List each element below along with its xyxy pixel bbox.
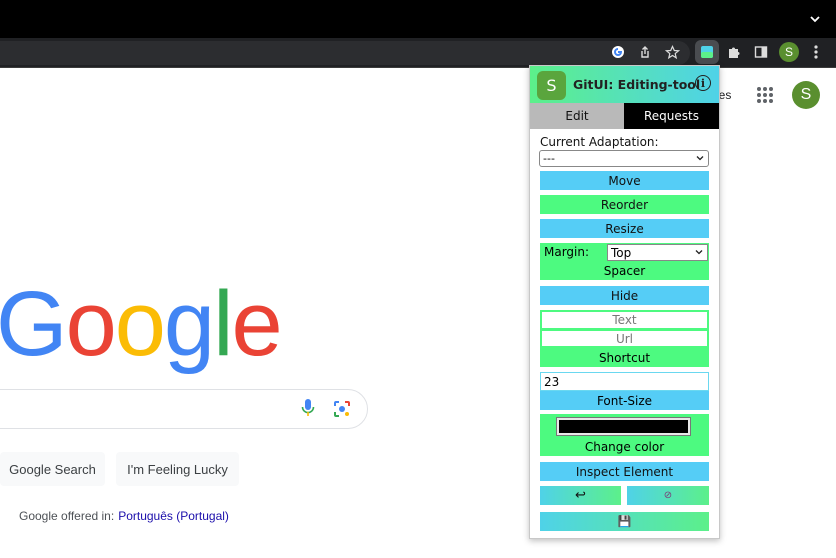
gitui-logo: S bbox=[537, 71, 566, 100]
feeling-lucky-button[interactable]: I'm Feeling Lucky bbox=[116, 452, 239, 486]
address-bar[interactable] bbox=[0, 41, 690, 65]
spacer-button[interactable]: Spacer bbox=[540, 262, 709, 280]
shortcut-button[interactable]: Shortcut bbox=[540, 348, 709, 367]
hide-button[interactable]: Hide bbox=[540, 286, 709, 305]
bookmark-star-icon[interactable] bbox=[663, 43, 681, 61]
tab-edit[interactable]: Edit bbox=[530, 103, 624, 129]
reorder-button[interactable]: Reorder bbox=[540, 195, 709, 214]
font-size-section: 23 Font-Size bbox=[540, 372, 709, 410]
google-logo-letter: o bbox=[65, 273, 117, 375]
google-logo-letter: g bbox=[163, 273, 215, 375]
undo-button[interactable]: ↩ bbox=[540, 486, 621, 505]
google-search-button[interactable]: Google Search bbox=[0, 452, 105, 486]
move-button[interactable]: Move bbox=[540, 171, 709, 190]
save-button[interactable]: 💾 bbox=[540, 512, 709, 531]
google-logo: Google bbox=[0, 273, 283, 375]
shortcut-section: Text Url Shortcut bbox=[540, 310, 709, 367]
info-icon[interactable]: i bbox=[695, 75, 711, 91]
language-link[interactable]: Português (Portugal) bbox=[118, 509, 229, 523]
margin-label: Margin: bbox=[544, 245, 590, 259]
font-size-input[interactable]: 23 bbox=[540, 372, 709, 391]
margin-select[interactable]: Top bbox=[607, 244, 708, 261]
tab-strip bbox=[0, 0, 836, 38]
shortcut-url-input[interactable]: Url bbox=[541, 330, 708, 347]
extensions-puzzle-icon[interactable] bbox=[725, 43, 743, 61]
reset-button[interactable]: ⊘ bbox=[627, 486, 709, 505]
google-logo-letter: e bbox=[231, 273, 283, 375]
google-account-avatar[interactable]: S bbox=[792, 81, 820, 109]
google-logo-letter: G bbox=[0, 273, 68, 375]
chevron-down-icon bbox=[696, 156, 704, 161]
browser-toolbar: S bbox=[0, 38, 836, 68]
color-picker[interactable] bbox=[556, 417, 691, 436]
gitui-popup: S GitUI: Editing-tool i Edit Requests Cu… bbox=[529, 65, 720, 539]
font-size-button[interactable]: Font-Size bbox=[540, 391, 709, 410]
kebab-menu-icon[interactable] bbox=[807, 43, 825, 61]
camera-search-icon[interactable] bbox=[333, 400, 351, 418]
microphone-icon[interactable] bbox=[300, 398, 316, 418]
tab-requests[interactable]: Requests bbox=[624, 103, 719, 129]
gitui-extension-icon bbox=[701, 46, 713, 58]
change-color-button[interactable]: Change color bbox=[540, 438, 709, 456]
gitui-extension-button[interactable] bbox=[695, 40, 719, 64]
current-adaptation-select[interactable]: --- bbox=[539, 150, 709, 167]
google-logo-letter: l bbox=[213, 273, 234, 375]
inspect-element-button[interactable]: Inspect Element bbox=[540, 462, 709, 481]
google-lens-icon[interactable] bbox=[609, 43, 627, 61]
spacer-section: Margin: Top Spacer bbox=[540, 243, 709, 280]
share-icon[interactable] bbox=[636, 43, 654, 61]
current-adaptation-value: --- bbox=[543, 152, 555, 165]
profile-avatar[interactable]: S bbox=[779, 42, 799, 62]
popup-title: GitUI: Editing-tool bbox=[573, 77, 701, 92]
side-panel-icon[interactable] bbox=[752, 43, 770, 61]
language-offer: Google offered in: Português (Portugal) bbox=[19, 509, 229, 523]
current-adaptation-label: Current Adaptation: bbox=[540, 135, 659, 149]
language-offer-label: Google offered in: bbox=[19, 509, 115, 523]
apps-grid-icon[interactable] bbox=[756, 86, 774, 104]
resize-button[interactable]: Resize bbox=[540, 219, 709, 238]
chevron-down-icon bbox=[695, 250, 703, 255]
margin-value: Top bbox=[611, 245, 632, 260]
popup-header: S GitUI: Editing-tool i bbox=[530, 66, 719, 103]
chevron-down-icon[interactable] bbox=[808, 12, 822, 26]
google-logo-letter: o bbox=[114, 273, 166, 375]
shortcut-text-input[interactable]: Text bbox=[541, 311, 708, 329]
